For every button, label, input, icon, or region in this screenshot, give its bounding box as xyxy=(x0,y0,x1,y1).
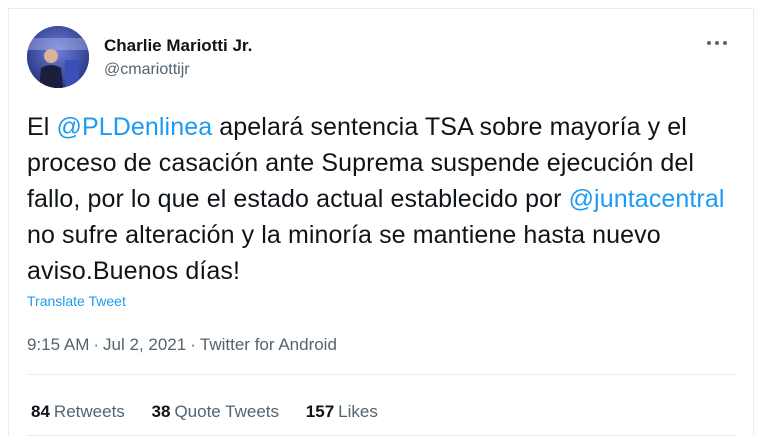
quote-tweets-count: 38 xyxy=(151,402,171,421)
translate-tweet-link[interactable]: Translate Tweet xyxy=(27,293,126,309)
avatar-image xyxy=(27,26,89,88)
author-block: Charlie Mariotti Jr. @cmariottijr xyxy=(104,35,252,81)
tweet-text-segment: El xyxy=(27,113,57,141)
author-name[interactable]: Charlie Mariotti Jr. xyxy=(104,35,252,57)
divider xyxy=(27,435,735,436)
tweet-meta: 9:15 AM · Jul 2, 2021 · Twitter for Android xyxy=(27,335,337,355)
tweet-source[interactable]: Twitter for Android xyxy=(200,335,337,354)
divider xyxy=(27,374,735,375)
tweet-header: Charlie Mariotti Jr. @cmariottijr xyxy=(27,26,739,90)
mention-link-juntacentral[interactable]: @juntacentral xyxy=(569,185,725,213)
tweet-date[interactable]: Jul 2, 2021 xyxy=(103,335,186,354)
likes-stat[interactable]: 157 Likes xyxy=(306,402,378,422)
avatar[interactable] xyxy=(27,26,89,88)
likes-label: Likes xyxy=(338,402,378,421)
tweet-card: Charlie Mariotti Jr. @cmariottijr El @PL… xyxy=(8,8,754,436)
tweet-stats: 84 Retweets 38 Quote Tweets 157 Likes xyxy=(31,402,400,422)
meta-separator: · xyxy=(190,335,196,354)
quote-tweets-stat[interactable]: 38 Quote Tweets xyxy=(152,402,280,422)
quote-tweets-label: Quote Tweets xyxy=(174,402,280,421)
tweet-text-segment: no sufre alteración y la minoría se mant… xyxy=(27,221,661,285)
likes-count: 157 xyxy=(305,402,335,421)
retweets-label: Retweets xyxy=(53,402,125,421)
tweet-text: El @PLDenlinea apelará sentencia TSA sob… xyxy=(27,109,739,289)
retweets-stat[interactable]: 84 Retweets xyxy=(31,402,125,422)
more-options-icon[interactable] xyxy=(707,34,731,52)
meta-separator: · xyxy=(93,335,100,354)
tweet-time[interactable]: 9:15 AM xyxy=(27,335,89,354)
retweets-count: 84 xyxy=(31,402,50,421)
mention-link-pldenlinea[interactable]: @PLDenlinea xyxy=(56,113,212,141)
author-handle[interactable]: @cmariottijr xyxy=(104,59,252,81)
